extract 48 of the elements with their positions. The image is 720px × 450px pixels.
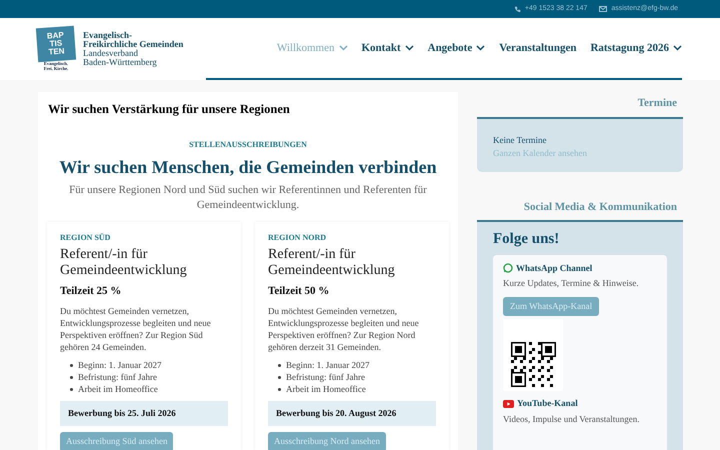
logo-mark: BAP TIS TEN — [36, 26, 76, 62]
intro-text: Für unsere Regionen Nord und Süd suchen wir Referentinnen und Referenten für Gemeindeentwicklung. — [68, 182, 428, 213]
nav-link[interactable]: Angebote — [428, 40, 486, 56]
nav-link[interactable]: Ratstagung 2026 — [590, 40, 682, 56]
no-events-text: Keine Termine — [493, 134, 548, 146]
job-detail: Befristung: fünf Jahre — [78, 371, 157, 384]
job-hours: Teilzeit 50 % — [268, 284, 330, 299]
job-title: Referent/-in für Gemeindeentwicklung — [268, 246, 396, 279]
bullet-icon — [278, 388, 281, 391]
chat-bubble-icon — [503, 263, 513, 274]
bullet-icon — [70, 388, 73, 391]
play-icon — [503, 400, 514, 408]
organization-name: Freikirchliche Gemeinden — [83, 40, 184, 49]
channel-description: Kurze Updates, Termine & Hinweise. — [503, 277, 640, 290]
job-detail: Arbeit im Homeoffice — [78, 383, 158, 396]
eyebrow-label: STELLENAUSSCHREIBUNGEN — [188, 138, 308, 151]
organization-subtitle: Landesverband — [83, 49, 139, 58]
bullet-icon — [70, 364, 73, 367]
region-label: REGION NORD — [268, 232, 328, 243]
nav-link[interactable]: Veranstaltungen — [499, 40, 576, 56]
phone-icon — [514, 6, 521, 12]
job-hours: Teilzeit 25 % — [60, 284, 122, 299]
job-detail: Arbeit im Homeoffice — [286, 383, 366, 396]
channel-name: YouTube-Kanal — [517, 397, 578, 410]
channel-description: Videos, Impulse und Veranstaltungen. — [503, 412, 641, 426]
mail-icon — [599, 6, 608, 12]
job-detail: Beginn: 1. Januar 2027 — [286, 359, 370, 372]
sidebar-heading: Termine — [636, 96, 678, 111]
nav-link[interactable]: Willkommen — [276, 40, 348, 56]
job-detail: Befristung: fünf Jahre — [286, 371, 365, 384]
bullet-icon — [278, 376, 281, 379]
bullet-icon — [278, 364, 281, 367]
deadline-banner: Bewerbung bis 25. Juli 2026 — [60, 401, 228, 426]
region-label: REGION SÜD — [60, 232, 112, 243]
bullet-icon — [70, 376, 73, 379]
organization-subtitle: Baden-Württemberg — [83, 58, 158, 67]
channel-name: WhatsApp Channel — [516, 262, 592, 275]
organization-name: Evangelisch- — [83, 31, 134, 40]
job-title: Referent/-in für Gemeindeentwicklung — [60, 246, 188, 279]
social-heading: Folge uns! — [493, 230, 560, 249]
job-description: Du möchtest Gemeinden vernetzen, Entwicklungsprozesse begleiten und neue Perspektiven eröffnen? Zur Region Nord gehören derzeit 31 Gemeinden. — [268, 305, 420, 354]
sidebar-heading: Social Media & Kommunikation — [522, 200, 678, 214]
deadline-banner: Bewerbung bis 20. August 2026 — [268, 401, 436, 426]
section-title: Wir suchen Verstärkung für unsere Regionen — [47, 101, 291, 118]
nav-link[interactable]: Kontakt — [362, 40, 414, 56]
job-description: Du möchtest Gemeinden vernetzen, Entwicklungsprozesse begleiten und neue Perspektiven eröffnen? Zur Region Süd gehören 24 Gemeinden. — [60, 305, 212, 354]
job-detail: Beginn: 1. Januar 2027 — [78, 359, 162, 372]
main-heading: Wir suchen Menschen, die Gemeinden verbinden — [58, 156, 438, 179]
